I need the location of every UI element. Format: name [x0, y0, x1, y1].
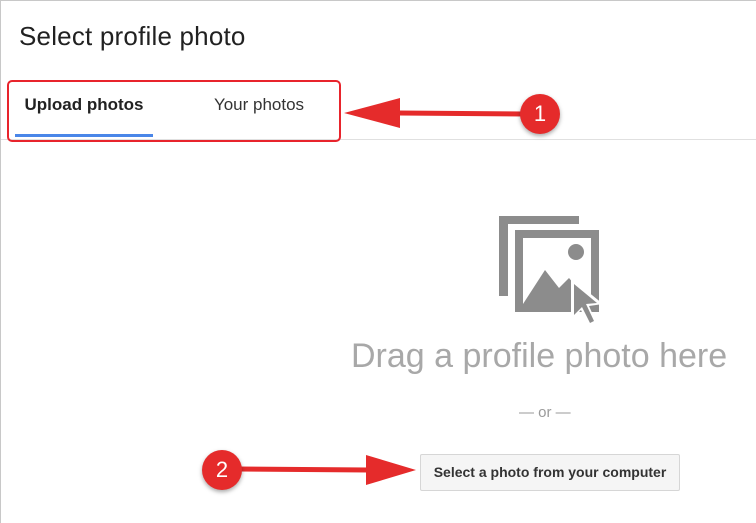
- arrow-2: [237, 455, 416, 485]
- callout-1-badge: 1: [520, 94, 560, 134]
- arrow-1: [344, 98, 525, 128]
- callout-2-badge: 2: [202, 450, 242, 490]
- annotation-arrows: [237, 98, 525, 485]
